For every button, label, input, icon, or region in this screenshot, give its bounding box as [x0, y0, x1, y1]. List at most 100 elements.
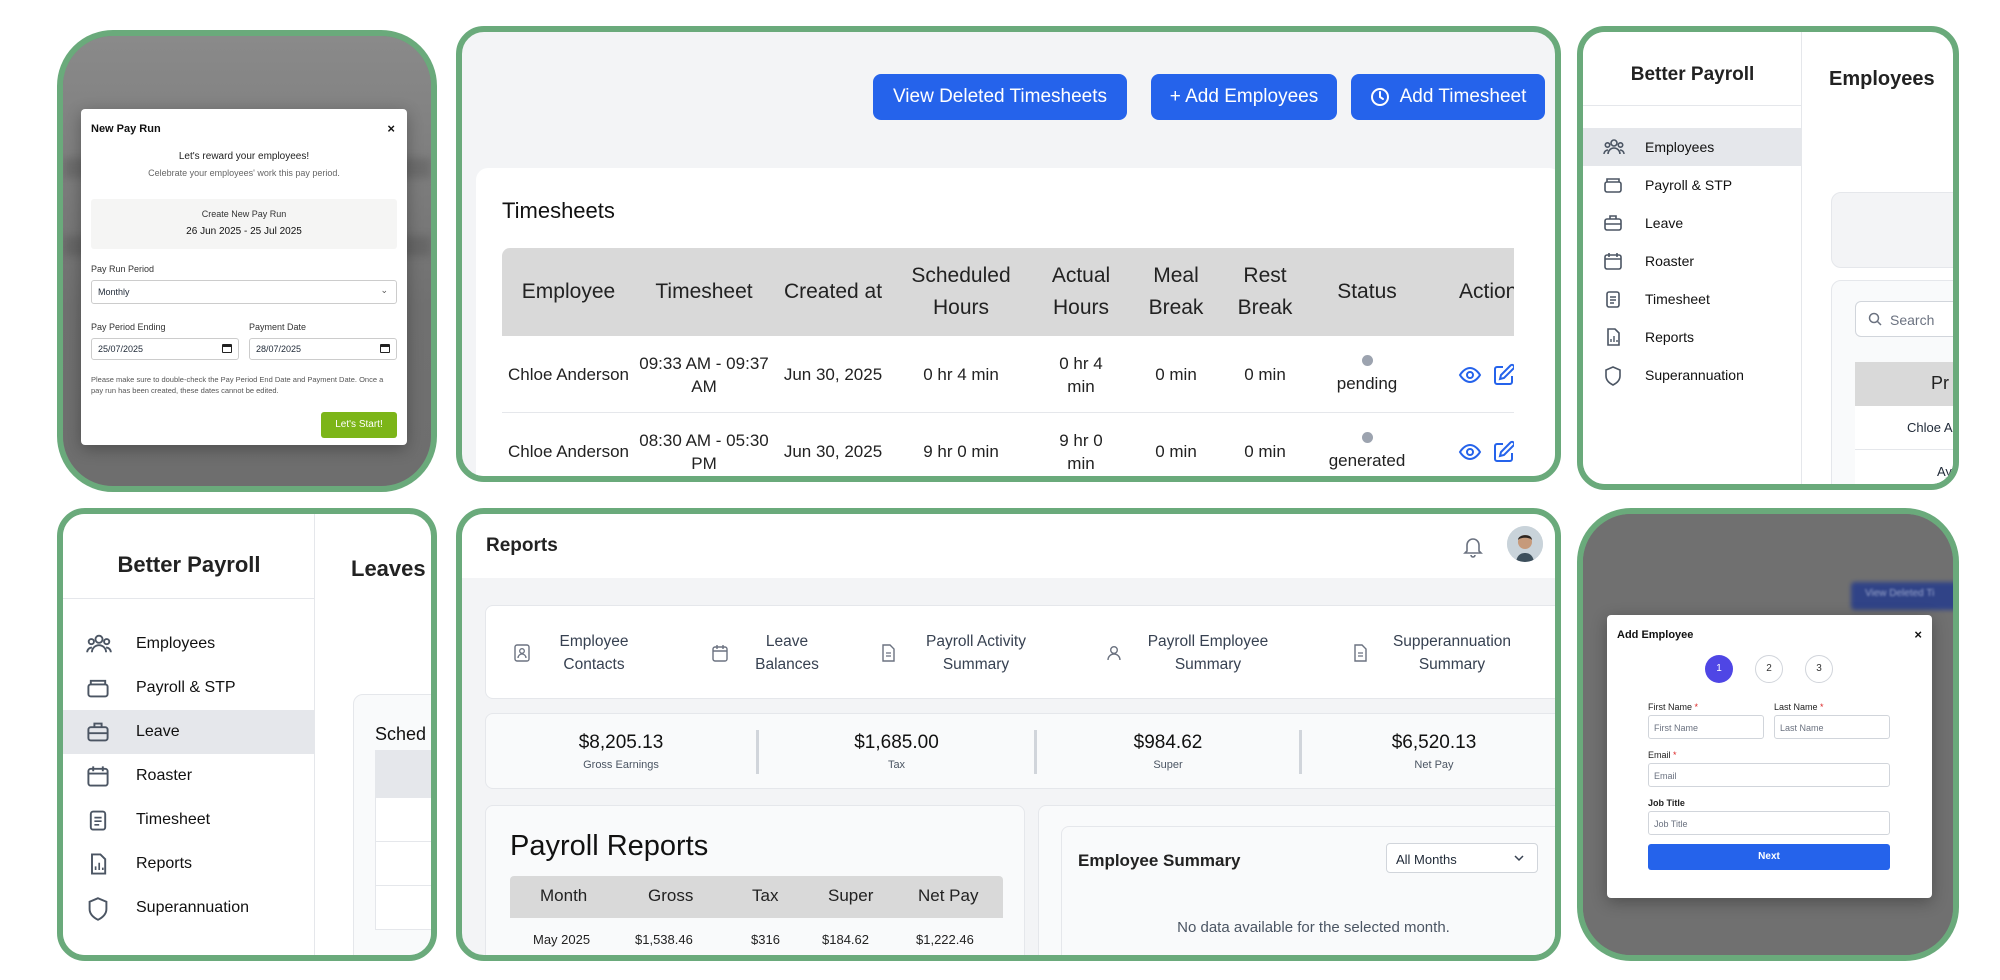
actual-cell: 0 hr 4 min	[1059, 353, 1103, 396]
button-label: View Deleted Timesheets	[892, 86, 1108, 107]
tab-supperannuation-summary[interactable]: Supperannuation Summary	[1352, 606, 1512, 700]
status-dot	[1361, 431, 1373, 443]
search-placeholder: Search	[1890, 312, 1935, 328]
sidebar-item-timesheet[interactable]: Timesheet	[1583, 280, 1802, 318]
first-name-field[interactable]: First Name	[1648, 715, 1764, 739]
modal-title: New Pay Run	[91, 123, 161, 135]
column-header: Pr	[1855, 362, 1953, 406]
stat-label: Super	[1153, 759, 1183, 771]
required-mark: *	[1820, 702, 1824, 712]
close-icon[interactable]: ×	[387, 121, 395, 136]
sidebar-item-timesheet[interactable]: Timesheet	[63, 798, 315, 842]
summary-card	[1831, 192, 1953, 268]
actions-cell	[1423, 413, 1514, 476]
close-icon[interactable]: ×	[1914, 627, 1922, 642]
stat-label: Gross Earnings	[583, 759, 659, 771]
status-cell: generated	[1311, 413, 1423, 476]
pay-run-period-select[interactable]: Monthly ⌄	[91, 280, 397, 304]
calendar-icon	[712, 645, 728, 662]
pay-period-ending-input[interactable]: 25/07/2025	[91, 338, 239, 360]
sidebar-item-payroll[interactable]: Payroll & STP	[63, 666, 315, 710]
sidebar-item-superannuation[interactable]: Superannuation	[1583, 356, 1802, 394]
bell-icon[interactable]	[1463, 536, 1483, 558]
top-bar: Reports	[462, 514, 1555, 578]
report-icon	[91, 853, 107, 875]
sidebar-item-label: Payroll & STP	[1645, 177, 1733, 193]
column-header: Rest Break	[1237, 264, 1293, 319]
sidebar-item-payroll[interactable]: Payroll & STP	[1583, 166, 1802, 204]
tab-payroll-activity-summary[interactable]: Payroll Activity Summary	[880, 606, 1032, 700]
sidebar-item-employees[interactable]: Employees	[1583, 128, 1802, 166]
sidebar-item-employees[interactable]: Employees	[63, 622, 315, 666]
tab-payroll-employee-summary[interactable]: Payroll Employee Summary	[1106, 606, 1270, 700]
sidebar-item-leave[interactable]: Leave	[1583, 204, 1802, 242]
net-pay-cell: $1,222.46	[916, 932, 974, 947]
briefcase-icon	[1604, 215, 1622, 231]
eye-icon[interactable]	[1458, 440, 1482, 464]
employees-panel: Better Payroll Employees Payroll & STP L…	[1577, 26, 1959, 490]
stat-value: $6,520.13	[1391, 732, 1477, 753]
avatar[interactable]	[1507, 526, 1543, 562]
stat-value: $1,685.00	[854, 732, 939, 753]
job-title-field[interactable]: Job Title	[1648, 811, 1890, 835]
tab-label: Supperannuation Summary	[1392, 633, 1512, 673]
next-button[interactable]: Next	[1648, 844, 1890, 870]
briefcase-icon	[87, 722, 109, 742]
stat-label: Net Pay	[1414, 759, 1454, 771]
sidebar-item-leave[interactable]: Leave	[63, 710, 315, 754]
calendar-icon[interactable]	[222, 344, 232, 353]
sidebar-item-reports[interactable]: Reports	[63, 842, 315, 886]
search-input[interactable]: Search	[1855, 301, 1953, 337]
payment-date-input[interactable]: 28/07/2025	[249, 338, 397, 360]
contact-icon	[514, 644, 530, 662]
brand-logo-text[interactable]: Better Payroll	[1583, 64, 1802, 86]
label-text: Last Name	[1774, 702, 1818, 712]
brand-logo-text[interactable]: Better Payroll	[63, 552, 315, 578]
sidebar-item-label: Payroll & STP	[136, 679, 236, 696]
page-title: Employees	[1829, 68, 1935, 90]
shield-icon	[1605, 366, 1621, 386]
table-row	[375, 798, 431, 842]
eye-icon[interactable]	[1458, 363, 1482, 387]
sidebar-item-superannuation[interactable]: Superannuation	[63, 886, 315, 930]
edit-icon[interactable]	[1492, 440, 1514, 464]
column-header: Tax	[752, 886, 779, 905]
column-header: Actual Hours	[1051, 264, 1111, 319]
table-row[interactable]: Chloe A	[1855, 406, 1953, 450]
step-indicator: 2	[1755, 655, 1783, 683]
calendar-icon[interactable]	[380, 344, 390, 353]
timesheet-cell: 09:33 AM - 09:37 AM	[639, 353, 769, 396]
avatar-image	[1507, 526, 1543, 562]
email-field[interactable]: Email	[1648, 763, 1890, 787]
sidebar-item-roaster[interactable]: Roaster	[63, 754, 315, 798]
scheduled-cell: 0 hr 4 min	[923, 365, 999, 384]
tab-employee-contacts[interactable]: Employee Contacts	[514, 606, 634, 700]
column-header: Employee	[521, 280, 616, 303]
add-timesheet-button[interactable]: Add Timesheet	[1351, 74, 1545, 120]
pay-period-summary: Create New Pay Run 26 Jun 2025 - 25 Jul …	[91, 199, 397, 249]
clock-icon	[1370, 88, 1389, 106]
table-row[interactable]: Ayaa	[1855, 450, 1953, 484]
required-mark: *	[1673, 750, 1677, 760]
column-header: Status	[1337, 280, 1397, 303]
start-button[interactable]: Let's Start!	[321, 412, 397, 438]
ending-value: 25/07/2025	[98, 344, 144, 354]
rest-cell: 0 min	[1244, 442, 1286, 461]
sidebar-item-label: Timesheet	[136, 811, 211, 828]
created-cell: Jun 30, 2025	[783, 442, 883, 461]
last-name-field[interactable]: Last Name	[1774, 715, 1890, 739]
stat-label: Tax	[887, 759, 906, 771]
tab-leave-balances[interactable]: Leave Balances	[712, 606, 822, 700]
scheduled-cell: 9 hr 0 min	[923, 442, 999, 461]
sidebar-item-reports[interactable]: Reports	[1583, 318, 1802, 356]
table-header	[375, 750, 431, 798]
add-employees-button[interactable]: + Add Employees	[1151, 74, 1337, 120]
view-deleted-timesheets-button[interactable]: View Deleted Timesheets	[873, 74, 1127, 120]
sidebar-item-roaster[interactable]: Roaster	[1583, 242, 1802, 280]
edit-icon[interactable]	[1492, 363, 1514, 387]
chevron-down-icon: ⌄	[380, 285, 388, 295]
calendar-icon	[87, 766, 109, 787]
page-title: Leaves	[351, 556, 426, 581]
employee-name: Chloe A	[1907, 420, 1953, 435]
month-filter-select[interactable]: All Months	[1386, 843, 1538, 873]
